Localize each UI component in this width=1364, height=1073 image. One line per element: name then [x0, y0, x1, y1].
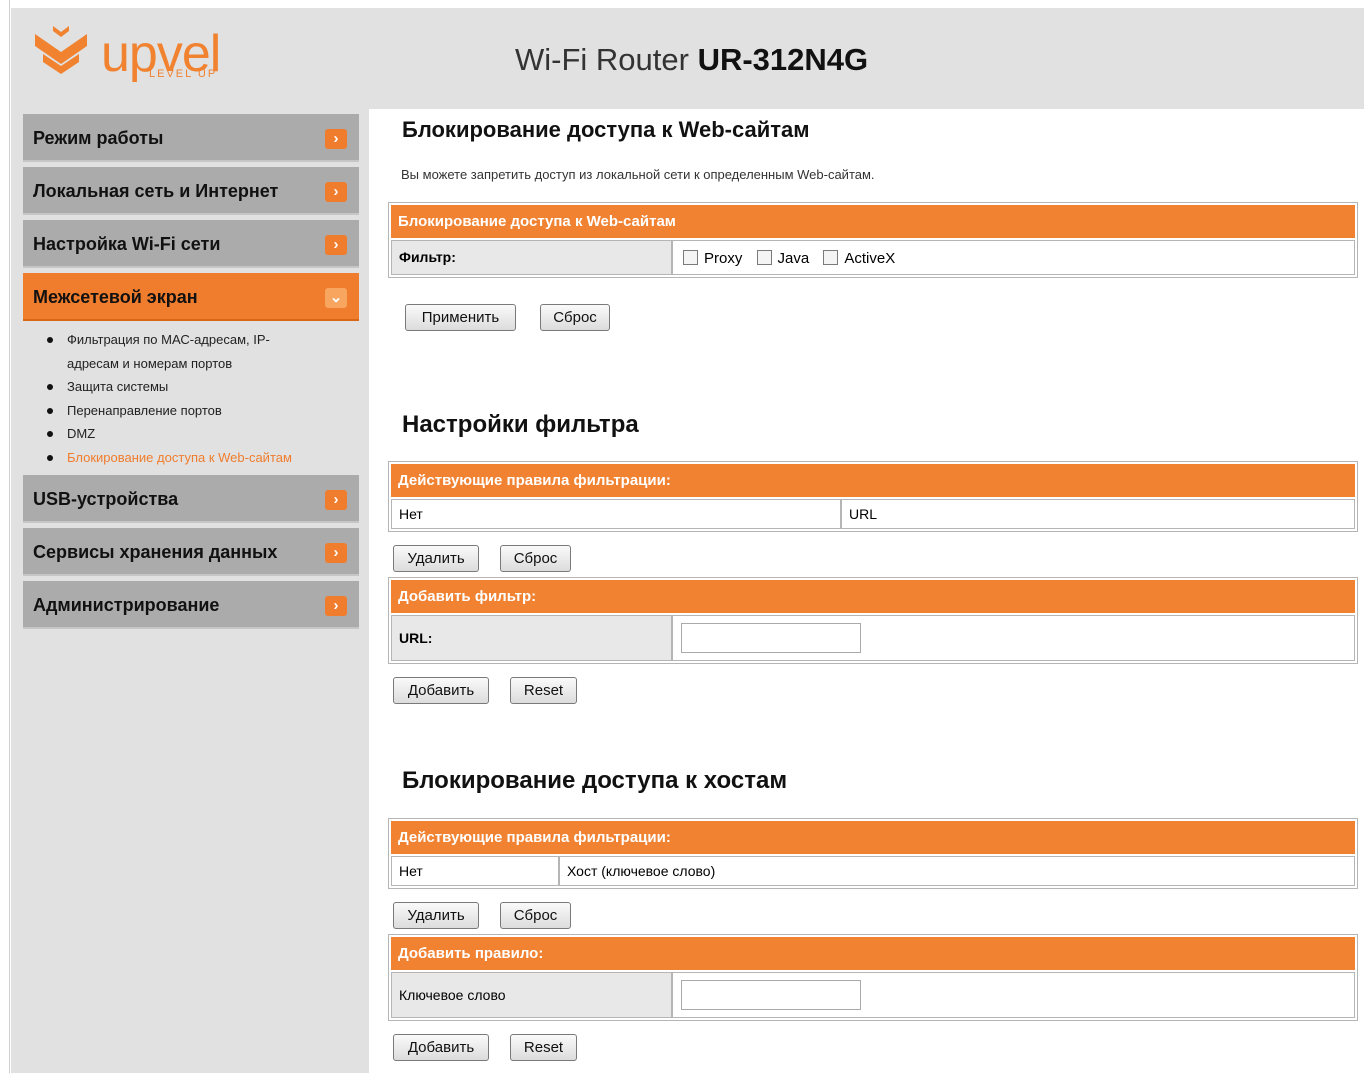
reset-button[interactable]: Сброс [500, 902, 571, 929]
chevron-right-icon: › [325, 182, 347, 202]
sidebar-item-storage[interactable]: Сервисы хранения данных › [23, 528, 359, 576]
filter-row: Фильтр: Proxy Java ActiveX [391, 240, 1355, 275]
firewall-submenu: Фильтрация по МАС-адресам, IP-адресам и … [31, 328, 351, 469]
chevron-right-icon: › [325, 129, 347, 149]
java-label: Java [777, 250, 810, 267]
table-title: Добавить фильтр: [391, 580, 1355, 613]
reset-button[interactable]: Reset [510, 677, 577, 704]
page-edge [0, 0, 10, 1073]
sidebar-item-label: Сервисы хранения данных [33, 542, 278, 562]
table-title: Добавить правило: [391, 937, 1355, 970]
submenu-item-system-protection[interactable]: Защита системы [31, 375, 351, 399]
keyword-row: Ключевое слово [391, 972, 1355, 1018]
chevron-down-icon: ⌄ [325, 288, 347, 308]
page-title: Wi-Fi Router UR-312N4G [515, 42, 868, 78]
keyword-label: Ключевое слово [391, 972, 672, 1018]
add-rule-table: Добавить правило: Ключевое слово [388, 934, 1358, 1021]
sidebar-item-label: Локальная сеть и Интернет [33, 181, 279, 201]
logo-tagline: LEVEL UP [149, 68, 218, 80]
header: upvel LEVEL UP Wi-Fi Router UR-312N4G [11, 8, 1364, 109]
chevron-right-icon: › [325, 490, 347, 510]
chevron-right-icon: › [325, 235, 347, 255]
sidebar-item-label: Режим работы [33, 128, 164, 148]
submenu-item-port-forwarding[interactable]: Перенаправление портов [31, 399, 351, 423]
reset-button[interactable]: Сброс [540, 304, 610, 331]
sidebar: Режим работы › Локальная сеть и Интернет… [11, 109, 369, 1073]
upvel-logo: upvel LEVEL UP [31, 24, 241, 84]
col-none: Нет [391, 499, 841, 529]
table-title: Действующие правила фильтрации: [391, 464, 1355, 497]
sidebar-item-wifi[interactable]: Настройка Wi-Fi сети › [23, 220, 359, 268]
col-url: URL [841, 499, 1355, 529]
url-cell [672, 615, 1355, 661]
table-row: Нет URL [391, 499, 1355, 529]
sidebar-item-label: Настройка Wi-Fi сети [33, 234, 221, 254]
sidebar-item-label: Администрирование [33, 595, 220, 615]
proxy-checkbox[interactable] [683, 250, 698, 265]
url-label: URL: [391, 615, 672, 661]
sidebar-item-firewall[interactable]: Межсетевой экран ⌄ [23, 273, 359, 321]
url-rules-table: Действующие правила фильтрации: Нет URL [388, 461, 1358, 532]
add-button[interactable]: Добавить [393, 677, 489, 704]
reset-button[interactable]: Reset [510, 1034, 577, 1061]
title-model: UR-312N4G [697, 42, 869, 77]
keyword-cell [672, 972, 1355, 1018]
sidebar-item-lan-internet[interactable]: Локальная сеть и Интернет › [23, 167, 359, 215]
submenu-item-web-blocking[interactable]: Блокирование доступа к Web-сайтам [31, 446, 351, 470]
sidebar-item-usb[interactable]: USB-устройства › [23, 475, 359, 523]
chevron-right-icon: › [325, 543, 347, 563]
url-row: URL: [391, 615, 1355, 661]
keyword-input[interactable] [681, 980, 861, 1010]
chevron-right-icon: › [325, 596, 347, 616]
sidebar-item-label: Межсетевой экран [33, 287, 198, 307]
add-button[interactable]: Добавить [393, 1034, 489, 1061]
sidebar-item-mode[interactable]: Режим работы › [23, 114, 359, 162]
sidebar-item-label: USB-устройства [33, 489, 179, 509]
web-blocking-table: Блокирование доступа к Web-сайтам Фильтр… [388, 202, 1358, 278]
url-input[interactable] [681, 623, 861, 653]
title-prefix: Wi-Fi Router [515, 42, 698, 77]
col-host: Хост (ключевое слово) [559, 856, 1355, 886]
delete-button[interactable]: Удалить [393, 545, 479, 572]
table-title: Действующие правила фильтрации: [391, 821, 1355, 854]
apply-button[interactable]: Применить [405, 304, 516, 331]
section-heading-web-blocking: Блокирование доступа к Web-сайтам [402, 117, 810, 142]
filter-options: Proxy Java ActiveX [672, 240, 1355, 275]
activex-checkbox[interactable] [823, 250, 839, 265]
upvel-chevron-icon [35, 26, 87, 74]
section-description: Вы можете запретить доступ из локальной … [401, 167, 875, 182]
table-title: Блокирование доступа к Web-сайтам [391, 205, 1355, 238]
table-row: Нет Хост (ключевое слово) [391, 856, 1355, 886]
reset-button[interactable]: Сброс [500, 545, 571, 572]
submenu-item-mac-ip-filter[interactable]: Фильтрация по МАС-адресам, IP-адресам и … [31, 328, 301, 375]
section-heading-filter-settings: Настройки фильтра [402, 411, 639, 438]
activex-label: ActiveX [844, 250, 896, 267]
sidebar-item-admin[interactable]: Администрирование › [23, 581, 359, 629]
add-filter-table: Добавить фильтр: URL: [388, 577, 1358, 664]
submenu-item-dmz[interactable]: DMZ [31, 422, 351, 446]
filter-label: Фильтр: [391, 240, 672, 275]
proxy-label: Proxy [704, 250, 743, 267]
host-rules-table: Действующие правила фильтрации: Нет Хост… [388, 818, 1358, 889]
section-heading-host-blocking: Блокирование доступа к хостам [402, 767, 788, 794]
delete-button[interactable]: Удалить [393, 902, 479, 929]
col-none: Нет [391, 856, 559, 886]
java-checkbox[interactable] [756, 250, 772, 265]
